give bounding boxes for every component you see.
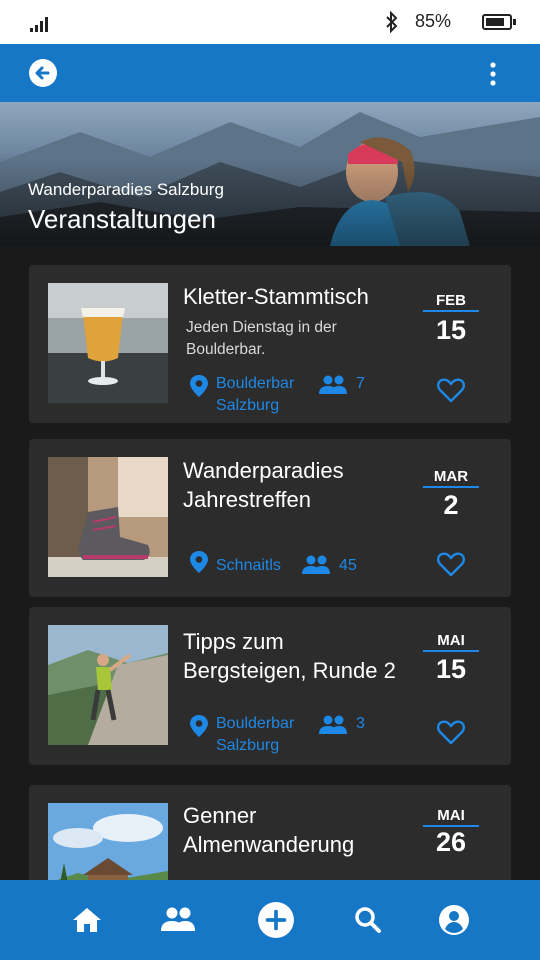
alpine-hut-image — [48, 803, 168, 880]
app-bar — [0, 44, 540, 102]
event-card[interactable]: Tipps zum Bergsteigen, Runde 2 Boulderba… — [29, 607, 511, 765]
event-location[interactable]: Boulderbar Salzburg — [216, 373, 294, 417]
bottom-navigation — [0, 880, 540, 960]
event-location[interactable]: Schnaitls — [216, 555, 281, 577]
group-icon[interactable] — [160, 902, 196, 938]
climber-image — [48, 625, 168, 745]
account-circle-icon[interactable] — [436, 902, 472, 938]
bluetooth-icon — [386, 11, 398, 33]
favorite-heart-icon[interactable] — [437, 377, 465, 403]
battery-icon — [482, 14, 516, 30]
event-title[interactable]: Wanderparadies Jahrestreffen — [183, 456, 344, 514]
event-month: MAI — [423, 632, 479, 652]
attendee-count: 3 — [356, 715, 365, 732]
home-icon[interactable] — [69, 902, 105, 938]
event-location[interactable]: Boulderbar Salzburg — [216, 713, 294, 757]
search-icon[interactable] — [350, 902, 386, 938]
attendee-count: 45 — [339, 557, 357, 574]
event-day: 15 — [435, 315, 467, 345]
attendee-count: 7 — [356, 375, 365, 392]
group-icon — [319, 375, 347, 394]
group-icon — [302, 555, 330, 574]
hero-subtitle: Wanderparadies Salzburg — [28, 180, 224, 199]
battery-percent: 85% — [415, 11, 452, 31]
event-list[interactable]: Kletter-Stammtisch Jeden Dienstag in der… — [0, 246, 540, 880]
event-title[interactable]: Tipps zum Bergsteigen, Runde 2 — [183, 627, 396, 685]
event-day: 2 — [443, 490, 459, 520]
location-pin-icon — [190, 375, 208, 397]
more-vertical-icon[interactable] — [480, 60, 506, 88]
favorite-heart-icon[interactable] — [437, 719, 465, 745]
event-card[interactable]: Wanderparadies Jahrestreffen Schnaitls 4… — [29, 439, 511, 597]
location-pin-icon — [190, 715, 208, 737]
event-title[interactable]: Genner Almenwanderung — [183, 801, 354, 859]
add-circle-icon[interactable] — [257, 901, 295, 939]
event-day: 26 — [435, 827, 467, 857]
beer-glass-image — [48, 283, 168, 403]
event-card[interactable]: Kletter-Stammtisch Jeden Dienstag in der… — [29, 265, 511, 423]
event-description: Jeden Dienstag in der Boulderbar. — [186, 319, 337, 358]
event-month: FEB — [423, 292, 479, 312]
page-title: Veranstaltungen — [28, 204, 216, 234]
event-month: MAR — [423, 468, 479, 488]
event-title[interactable]: Kletter-Stammtisch — [183, 282, 369, 311]
event-day: 15 — [435, 654, 467, 684]
status-bar: 85% — [0, 0, 540, 44]
signal-icon — [30, 14, 54, 32]
group-icon — [319, 715, 347, 734]
location-pin-icon — [190, 551, 208, 573]
event-month: MAI — [423, 807, 479, 827]
hero-banner: Wanderparadies Salzburg Veranstaltungen — [0, 102, 540, 246]
hiking-boots-image — [48, 457, 168, 577]
event-card[interactable]: Genner Almenwanderung MAI 26 — [29, 785, 511, 880]
favorite-heart-icon[interactable] — [437, 551, 465, 577]
back-arrow-icon[interactable] — [28, 58, 58, 88]
